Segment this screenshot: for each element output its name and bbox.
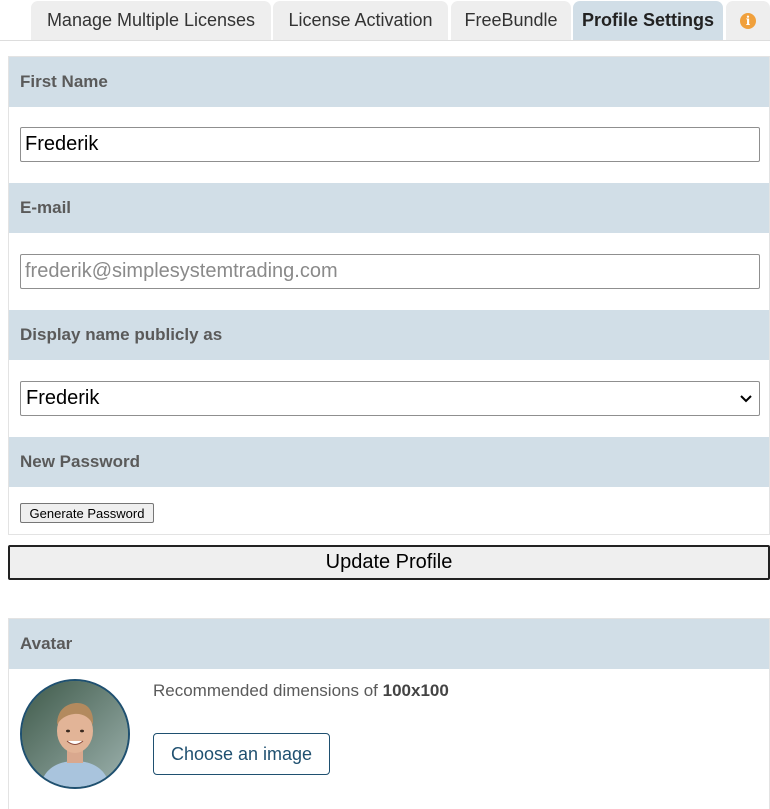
info-icon: i [740,12,756,29]
tab-bar: Manage Multiple Licenses License Activat… [0,0,770,41]
tab-freebundle[interactable]: FreeBundle [451,1,571,40]
chevron-down-icon [740,395,752,403]
tab-manage-multiple-licenses[interactable]: Manage Multiple Licenses [31,1,271,40]
update-profile-button[interactable]: Update Profile [8,545,770,580]
avatar-header: Avatar [9,619,769,669]
tab-profile-settings[interactable]: Profile Settings [573,1,723,40]
generate-password-button[interactable]: Generate Password [20,503,154,523]
display-name-select[interactable]: Frederik [20,381,760,416]
avatar-photo [22,681,128,787]
display-name-selected-value: Frederik [26,387,100,409]
new-password-header: New Password [9,437,769,487]
profile-form: First Name E-mail Display name publicly … [8,56,770,535]
email-input[interactable] [20,254,760,289]
email-header: E-mail [9,183,769,233]
first-name-header: First Name [9,57,769,107]
avatar-panel: Avatar Recommended dimensions of 100x100… [8,618,770,809]
display-name-header: Display name publicly as [9,310,769,360]
recommended-dimensions-text: Recommended dimensions of 100x100 [153,681,449,700]
avatar-image [20,679,130,789]
tab-info[interactable]: i [726,1,770,40]
first-name-input[interactable] [20,127,760,162]
tab-license-activation[interactable]: License Activation [273,1,448,40]
choose-image-button[interactable]: Choose an image [153,733,330,775]
